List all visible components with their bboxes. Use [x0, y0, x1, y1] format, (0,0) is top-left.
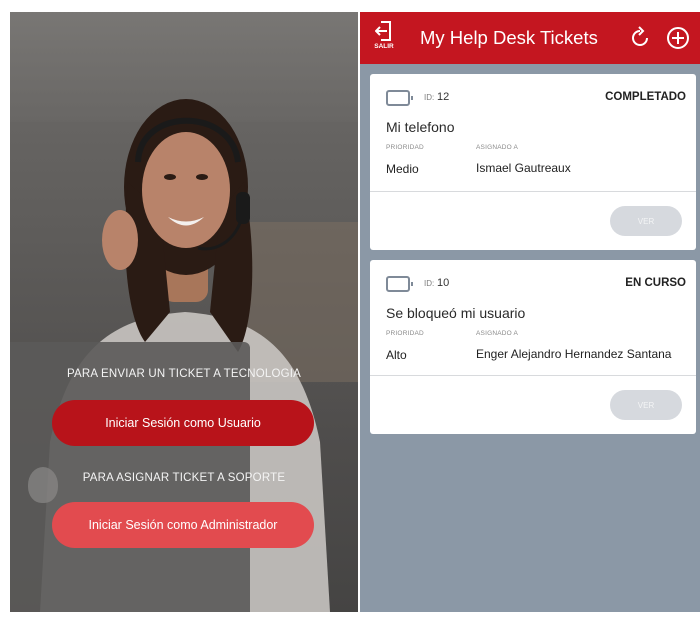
refresh-icon[interactable]	[628, 26, 652, 50]
assigned-label: ASIGNADO A	[476, 330, 519, 337]
ticket-id: 10	[437, 277, 450, 289]
ticket-card[interactable]: ID: 10 EN CURSO Se bloqueó mi usuario PR…	[370, 260, 696, 434]
ticket-id-label: ID:	[424, 279, 435, 288]
view-ticket-button[interactable]: VER	[610, 390, 682, 420]
assigned-label: ASIGNADO A	[476, 144, 519, 151]
ticket-status: EN CURSO	[625, 277, 686, 289]
device-icon	[386, 276, 413, 292]
exit-button[interactable]: SALIR	[370, 20, 398, 58]
app-frame: PARA ENVIAR UN TICKET A TECNOLOGIA Inici…	[0, 0, 700, 620]
admin-login-prompt: PARA ASIGNAR TICKET A SOPORTE	[82, 472, 286, 484]
add-ticket-icon[interactable]	[666, 26, 690, 50]
user-login-prompt: PARA ENVIAR UN TICKET A TECNOLOGIA	[66, 368, 302, 380]
login-as-admin-button[interactable]: Iniciar Sesión como Administrador	[52, 502, 314, 548]
login-as-user-button[interactable]: Iniciar Sesión como Usuario	[52, 400, 314, 446]
ticket-card[interactable]: ID: 12 COMPLETADO Mi telefono PRIORIDAD …	[370, 74, 696, 250]
ticket-subject: Se bloqueó mi usuario	[386, 305, 526, 321]
ticket-subject: Mi telefono	[386, 119, 455, 135]
login-screen: PARA ENVIAR UN TICKET A TECNOLOGIA Inici…	[10, 12, 358, 612]
view-ticket-button[interactable]: VER	[610, 206, 682, 236]
ticket-card-body: ID: 10 EN CURSO Se bloqueó mi usuario PR…	[370, 260, 696, 376]
priority-label: PRIORIDAD	[386, 330, 424, 337]
ticket-priority: Medio	[386, 162, 419, 176]
priority-label: PRIORIDAD	[386, 144, 424, 151]
ticket-id-label: ID:	[424, 93, 435, 102]
device-icon	[386, 90, 413, 106]
app-header: SALIR My Help Desk Tickets	[360, 12, 700, 64]
ticket-priority: Alto	[386, 348, 407, 362]
tickets-screen: SALIR My Help Desk Tickets ID: 12 COMPLE…	[360, 12, 700, 612]
ticket-assignee: Enger Alejandro Hernandez Santana	[476, 347, 672, 361]
exit-icon	[375, 21, 391, 41]
exit-label: SALIR	[374, 43, 394, 50]
page-title: My Help Desk Tickets	[420, 27, 598, 48]
ticket-card-body: ID: 12 COMPLETADO Mi telefono PRIORIDAD …	[370, 74, 696, 192]
ticket-status: COMPLETADO	[605, 91, 686, 103]
ticket-assignee: Ismael Gautreaux	[476, 161, 571, 175]
ticket-id: 12	[437, 91, 450, 103]
